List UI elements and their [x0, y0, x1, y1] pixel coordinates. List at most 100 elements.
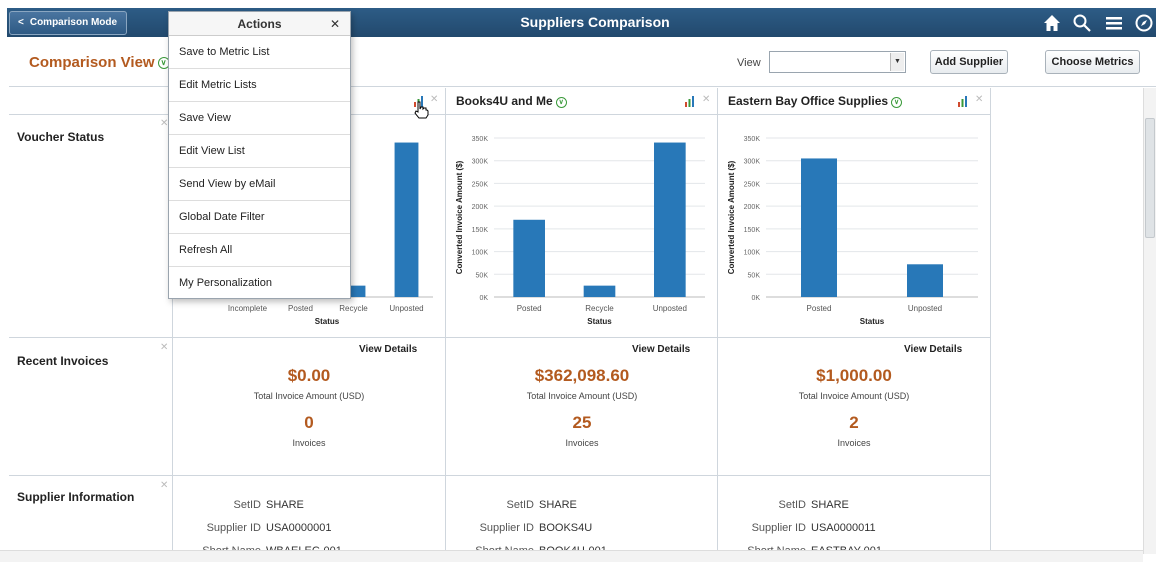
- menu-item-my-personalization[interactable]: My Personalization: [169, 267, 350, 300]
- chart-icon[interactable]: [957, 95, 969, 107]
- y-tick-label: 50K: [476, 272, 489, 279]
- field-label: SetID: [778, 499, 806, 511]
- column-divider: [990, 88, 991, 558]
- total-invoice-amount-label: Total Invoice Amount (USD): [253, 391, 365, 401]
- field-value: USA0000011: [811, 522, 876, 534]
- total-invoice-amount: $362,098.60: [534, 366, 630, 385]
- row-divider: [9, 337, 990, 338]
- supplier-header-2[interactable]: Books4U and Me ∨: [446, 88, 717, 114]
- y-tick-label: 250K: [744, 181, 761, 188]
- comparison-mode-back-button[interactable]: < Comparison Mode: [9, 11, 127, 35]
- view-details-link[interactable]: View Details: [904, 344, 962, 355]
- field-label: Supplier ID: [751, 522, 806, 534]
- field-label: SetID: [233, 499, 261, 511]
- field-value: USA0000001: [266, 522, 332, 534]
- supplier-id-field: Supplier ID BOOKS4U: [452, 522, 593, 534]
- x-tick-label: Posted: [807, 304, 832, 313]
- field-value: SHARE: [266, 499, 304, 511]
- add-supplier-button[interactable]: Add Supplier: [930, 50, 1008, 74]
- total-invoice-amount-label: Total Invoice Amount (USD): [526, 391, 638, 401]
- close-icon[interactable]: ✕: [160, 480, 168, 491]
- close-icon[interactable]: ✕: [330, 12, 340, 36]
- actions-menu: Actions ✕ Save to Metric List Edit Metric…: [168, 11, 351, 299]
- supplier-id-field: Supplier ID USA0000011: [724, 522, 876, 534]
- close-icon[interactable]: ✕: [160, 342, 168, 353]
- field-value: SHARE: [539, 499, 577, 511]
- actions-menu-title: Actions: [237, 17, 282, 31]
- view-details-link[interactable]: View Details: [632, 344, 690, 355]
- y-axis-label: Converted Invoice Amount ($): [727, 160, 736, 274]
- invoice-count-label: Invoices: [565, 438, 599, 448]
- y-tick-label: 150K: [472, 227, 489, 234]
- bar: [654, 142, 686, 297]
- close-icon[interactable]: ✕: [430, 94, 438, 105]
- supplier-header-3[interactable]: Eastern Bay Office Supplies ∨: [718, 88, 990, 114]
- setid-field: SetID SHARE: [452, 499, 577, 511]
- y-tick-label: 100K: [472, 250, 489, 257]
- invoice-count: 2: [849, 413, 859, 432]
- vertical-scrollbar[interactable]: [1143, 88, 1156, 554]
- row-label-supplier-information: Supplier Information: [17, 490, 135, 504]
- dropdown-arrow-icon[interactable]: ▼: [890, 53, 904, 71]
- y-tick-label: 200K: [744, 204, 761, 211]
- scrollbar-thumb[interactable]: [1145, 118, 1155, 238]
- row-label-recent-invoices: Recent Invoices: [17, 354, 109, 368]
- x-tick-label: Recycle: [585, 304, 614, 313]
- chevron-left-icon: <: [18, 17, 24, 28]
- x-tick-label: Posted: [288, 304, 313, 313]
- field-label: Supplier ID: [479, 522, 534, 534]
- x-tick-label: Unposted: [389, 304, 423, 313]
- voucher-status-chart-2: 0K 50K 100K 150K 200K 250K 300K 350K Converted I…: [455, 136, 705, 326]
- supplier-name: Eastern Bay Office Supplies: [728, 94, 889, 108]
- menu-item-send-view-by-email[interactable]: Send View by eMail: [169, 168, 350, 201]
- menu-item-edit-metric-lists[interactable]: Edit Metric Lists: [169, 69, 350, 102]
- close-icon[interactable]: ✕: [975, 94, 983, 105]
- field-value: BOOKS4U: [539, 522, 593, 534]
- chevron-down-icon[interactable]: ∨: [891, 97, 903, 108]
- close-icon[interactable]: ✕: [702, 94, 710, 105]
- home-icon[interactable]: [1042, 13, 1062, 33]
- supplier-id-field: Supplier ID USA0000001: [179, 522, 332, 534]
- menu-item-edit-view-list[interactable]: Edit View List: [169, 135, 350, 168]
- invoice-count: 25: [572, 413, 592, 432]
- menu-icon[interactable]: [1104, 13, 1124, 33]
- x-axis-label: Status: [587, 317, 612, 326]
- hand-cursor-icon: [414, 101, 429, 119]
- x-tick-label: Recycle: [339, 304, 368, 313]
- y-tick-label: 50K: [748, 272, 761, 279]
- y-tick-label: 0K: [751, 295, 760, 302]
- chart-icon[interactable]: [684, 95, 696, 107]
- menu-item-save-view[interactable]: Save View: [169, 102, 350, 135]
- total-invoice-amount: $0.00: [287, 366, 331, 385]
- comparison-view-title[interactable]: Comparison View ∨: [29, 54, 170, 71]
- view-label: View: [737, 57, 761, 69]
- actions-menu-header: Actions ✕: [169, 12, 350, 36]
- horizontal-scrollbar[interactable]: [0, 550, 1143, 562]
- menu-item-refresh-all[interactable]: Refresh All: [169, 234, 350, 267]
- invoice-count-label: Invoices: [292, 438, 326, 448]
- y-axis-label: Converted Invoice Amount ($): [455, 160, 464, 274]
- menu-item-global-date-filter[interactable]: Global Date Filter: [169, 201, 350, 234]
- y-tick-label: 250K: [472, 181, 489, 188]
- total-invoice-amount: $1,000.00: [816, 366, 892, 385]
- view-details-link[interactable]: View Details: [359, 344, 417, 355]
- x-axis-label: Status: [860, 317, 885, 326]
- y-tick-label: 100K: [744, 250, 761, 257]
- comparison-view-label: Comparison View: [29, 54, 155, 71]
- y-tick-label: 300K: [744, 159, 761, 166]
- x-tick-label: Unposted: [908, 304, 942, 313]
- bar: [394, 142, 419, 297]
- navbar-icon[interactable]: [1134, 13, 1154, 33]
- field-value: SHARE: [811, 499, 849, 511]
- y-tick-label: 0K: [479, 295, 488, 302]
- x-tick-label: Unposted: [653, 304, 687, 313]
- invoice-count-label: Invoices: [837, 438, 871, 448]
- choose-metrics-button[interactable]: Choose Metrics: [1045, 50, 1140, 74]
- row-divider: [9, 475, 990, 476]
- back-button-label: Comparison Mode: [29, 17, 118, 28]
- menu-item-save-to-metric-list[interactable]: Save to Metric List: [169, 36, 350, 69]
- chevron-down-icon[interactable]: ∨: [555, 97, 567, 108]
- row-label-voucher-status: Voucher Status: [17, 130, 105, 144]
- search-icon[interactable]: [1072, 13, 1092, 33]
- view-select[interactable]: ▼: [769, 51, 906, 73]
